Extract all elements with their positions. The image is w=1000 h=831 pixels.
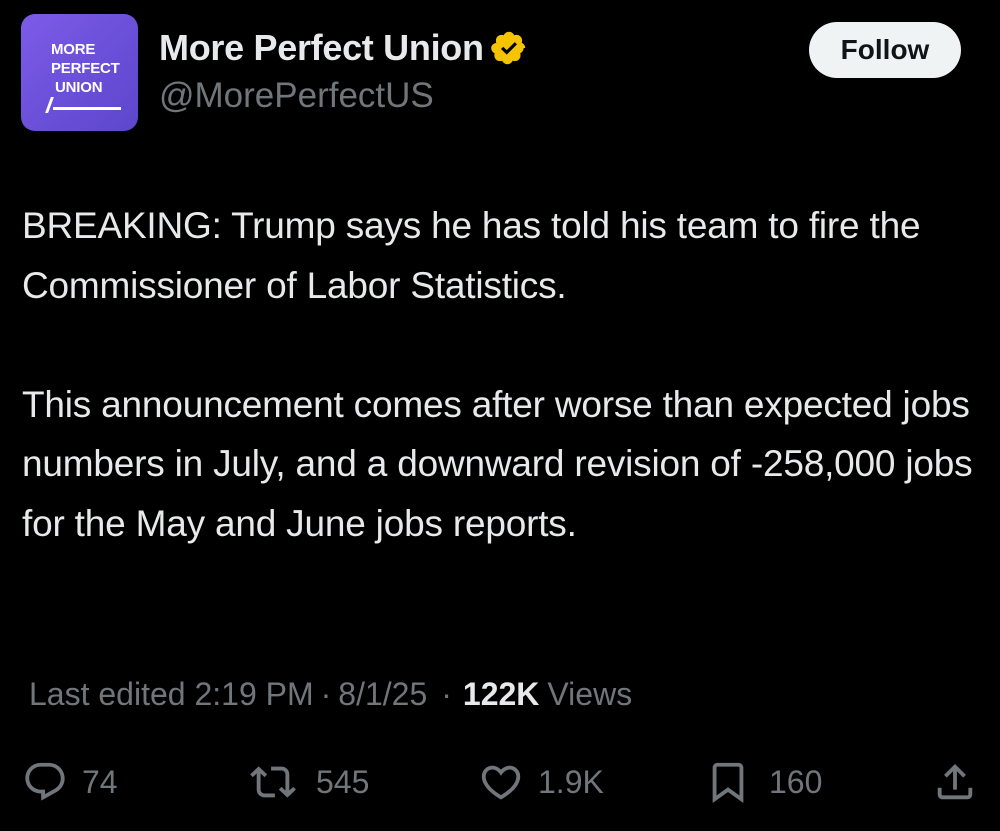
tweet-date[interactable]: 8/1/25: [338, 676, 427, 713]
display-name[interactable]: More Perfect Union: [159, 27, 484, 69]
meta-separator: ·: [441, 676, 452, 712]
author-handle[interactable]: @MorePerfectUS: [159, 76, 434, 116]
views-count[interactable]: 122K: [463, 676, 540, 713]
tweet-actions: 74 545 1.9K 160: [0, 755, 1000, 809]
repost-icon: [250, 766, 296, 798]
avatar-line-union: UNION: [55, 79, 103, 96]
avatar-logo-underline: [53, 107, 121, 110]
meta-separator: ·: [320, 676, 332, 712]
follow-button[interactable]: Follow: [809, 22, 961, 78]
share-button[interactable]: [932, 755, 978, 809]
avatar-logo-slash: [45, 97, 54, 113]
bookmark-icon: [712, 762, 744, 803]
like-button[interactable]: 1.9K: [478, 755, 604, 809]
avatar-line-more: MORE: [51, 41, 96, 58]
share-icon: [937, 763, 973, 800]
tweet-paragraph-1: BREAKING: Trump says he has told his tea…: [22, 205, 921, 306]
like-count: 1.9K: [538, 763, 604, 800]
avatar-logo-text: MORE PERFECT UNION: [51, 40, 120, 97]
views-label: Views: [547, 676, 633, 712]
author-name-row[interactable]: More Perfect Union: [159, 26, 528, 70]
repost-button[interactable]: 545: [248, 755, 369, 809]
heart-icon: [481, 765, 521, 800]
tweet-text: BREAKING: Trump says he has told his tea…: [22, 196, 982, 553]
tweet-meta: Last edited 2:19 PM · 8/1/25 · 122K View…: [29, 676, 632, 713]
repost-count: 545: [316, 763, 370, 800]
reply-count: 74: [82, 763, 118, 800]
avatar[interactable]: MORE PERFECT UNION: [21, 14, 138, 131]
bookmark-count: 160: [769, 763, 823, 800]
avatar-line-perfect: PERFECT: [51, 60, 120, 77]
reply-button[interactable]: 74: [22, 755, 118, 809]
verified-badge-icon[interactable]: [490, 29, 528, 67]
edited-timestamp[interactable]: Last edited 2:19 PM: [29, 676, 314, 713]
reply-icon: [25, 762, 65, 801]
tweet-paragraph-2: This announcement comes after worse than…: [22, 383, 973, 544]
bookmark-button[interactable]: 160: [705, 755, 822, 809]
